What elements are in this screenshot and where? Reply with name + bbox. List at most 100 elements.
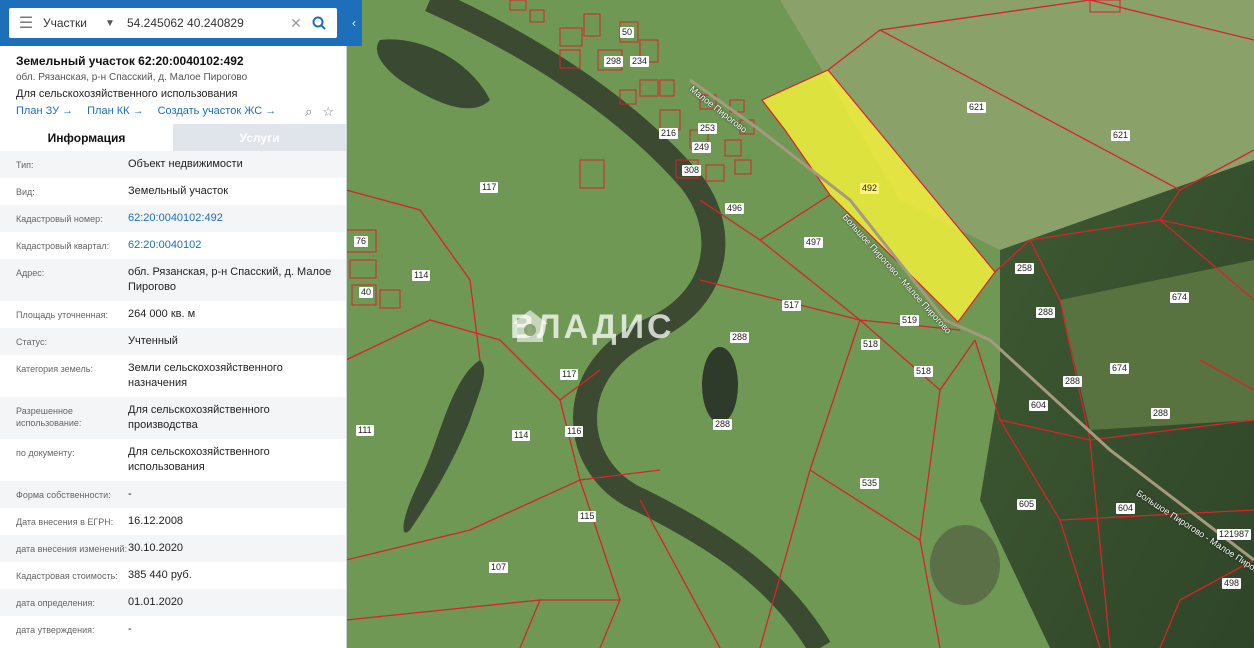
parcel-label[interactable]: 288 [730,332,750,343]
search-mode-select[interactable]: Участки ▼ [43,16,123,30]
info-value: Земли сельскохозяйственного назначения [128,362,283,389]
info-key: Площадь уточненная: [16,310,108,320]
parcel-label[interactable]: 121987 [1217,529,1252,540]
info-key: дата утверждения: [16,625,95,635]
parcel-label[interactable]: 288 [1151,408,1171,419]
plan-kk-link[interactable]: План КК → [87,105,143,117]
info-value: Земельный участок [128,185,229,197]
collapse-panel-button[interactable]: ‹ [346,0,362,46]
info-key: Вид: [16,187,35,197]
info-key: по документу: [16,448,75,458]
object-tools: ⌕ ☆ [305,104,334,120]
parcel-label[interactable]: 535 [860,478,880,489]
info-value: - [128,623,132,635]
parcel-label[interactable]: 518 [914,366,934,377]
info-row: Категория земель: Земли сельскохозяйствен… [0,355,346,397]
info-value: Для сельскохозяйственного использования [128,446,270,473]
parcel-label[interactable]: 258 [1015,263,1035,274]
parcel-label[interactable]: 517 [782,300,802,311]
parcel-label[interactable]: 674 [1110,363,1130,374]
parcel-label[interactable]: 519 [900,315,920,326]
parcel-label[interactable]: 114 [412,270,431,281]
info-key: дата определения: [16,598,95,608]
info-value-link[interactable]: 62:20:0040102 [128,238,334,253]
tab-services[interactable]: Услуги [173,124,346,151]
parcel-label[interactable]: 50 [620,27,635,38]
parcel-label[interactable]: 674 [1170,292,1190,303]
search-input[interactable] [123,16,286,30]
chevron-down-icon: ▼ [105,17,115,29]
parcel-label[interactable]: 604 [1116,503,1136,514]
info-row: Тип: Объект недвижимости [0,151,346,178]
parcel-label[interactable]: 288 [1063,376,1083,387]
house-logo-icon [512,310,548,342]
object-use: Для сельскохозяйственного использования [16,88,238,100]
parcel-label[interactable]: 497 [804,237,824,248]
wet-area [930,525,1000,605]
info-row: Дата внесения в ЕГРН: 16.12.2008 [0,508,346,535]
info-key: Форма собственности: [16,490,111,500]
parcel-label[interactable]: 114 [512,430,531,441]
info-value: обл. Рязанская, р-н Спасский, д. Малое П… [128,266,332,293]
object-links: План ЗУ → План КК → Создать участок ЖС → [16,105,276,117]
info-row: Кадастровая стоимость: 385 440 руб. [0,562,346,589]
info-key: Кадастровая стоимость: [16,571,118,581]
parcel-label[interactable]: 298 [604,56,624,67]
parcel-label[interactable]: 496 [725,203,745,214]
object-title: Земельный участок 62:20:0040102:492 [16,54,244,68]
object-address: обл. Рязанская, р-н Спасский, д. Малое П… [16,72,248,83]
chevron-left-icon: ‹ [352,16,356,30]
info-key: Статус: [16,337,47,347]
info-row: Адрес: обл. Рязанская, р-н Спасский, д. М… [0,259,346,301]
parcel-label[interactable]: 40 [359,287,374,298]
parcel-label[interactable]: 621 [967,102,987,113]
info-table: Тип: Объект недвижимости Вид: Земельный уча… [0,151,346,643]
info-value: 16.12.2008 [128,515,184,527]
search-icon[interactable] [306,16,332,30]
info-value: 01.01.2020 [128,596,184,608]
info-row: Форма собственности: - [0,481,346,508]
info-row: Разрешенное использование: Для сельскохоз… [0,397,346,439]
info-row: Кадастровый квартал: 62:20:0040102 [0,232,346,259]
parcel-label[interactable]: 604 [1029,400,1049,411]
parcel-label[interactable]: 216 [659,128,679,139]
close-icon[interactable]: ✕ [286,15,306,32]
search-mode-label: Участки [43,16,87,30]
info-key: Адрес: [16,268,45,278]
parcel-label[interactable]: 621 [1111,130,1131,141]
info-value: 264 000 кв. м [128,308,196,320]
parcel-label[interactable]: 249 [692,142,712,153]
info-key: Тип: [16,160,34,170]
parcel-label[interactable]: 76 [354,236,369,247]
parcel-label[interactable]: 605 [1017,499,1037,510]
parcel-label[interactable]: 115 [578,511,597,522]
info-row: Кадастровый номер: 62:20:0040102:492 [0,205,346,232]
info-value-link[interactable]: 62:20:0040102:492 [128,211,334,226]
search-bar: ☰ Участки ▼ ✕ [0,0,346,46]
info-key: Разрешенное использование: [16,406,82,428]
info-value: 30.10.2020 [128,542,184,554]
parcel-label[interactable]: 111 [356,425,374,436]
info-value: Объект недвижимости [128,158,243,170]
parcel-label[interactable]: 116 [565,426,584,437]
document-search-icon[interactable]: ⌕ [305,104,312,120]
plan-zu-link[interactable]: План ЗУ → [16,105,73,117]
tab-info[interactable]: Информация [0,124,173,151]
parcel-label[interactable]: 308 [682,165,702,176]
parcel-label[interactable]: 498 [1222,578,1242,589]
parcel-label[interactable]: 288 [713,419,733,430]
parcel-label[interactable]: 117 [560,369,579,380]
watermark: ВЛАДИС [510,308,675,347]
info-key: Категория земель: [16,364,93,374]
parcel-label[interactable]: 117 [480,182,499,193]
star-icon[interactable]: ☆ [322,104,334,120]
parcel-label-selected[interactable]: 492 [860,183,880,194]
parcel-label[interactable]: 107 [489,562,509,573]
parcel-label[interactable]: 253 [698,123,718,134]
pond [702,347,738,423]
create-parcel-link[interactable]: Создать участок ЖС → [158,105,277,117]
parcel-label[interactable]: 234 [630,56,650,67]
menu-icon[interactable]: ☰ [9,8,43,38]
parcel-label[interactable]: 518 [861,339,881,350]
parcel-label[interactable]: 288 [1036,307,1056,318]
